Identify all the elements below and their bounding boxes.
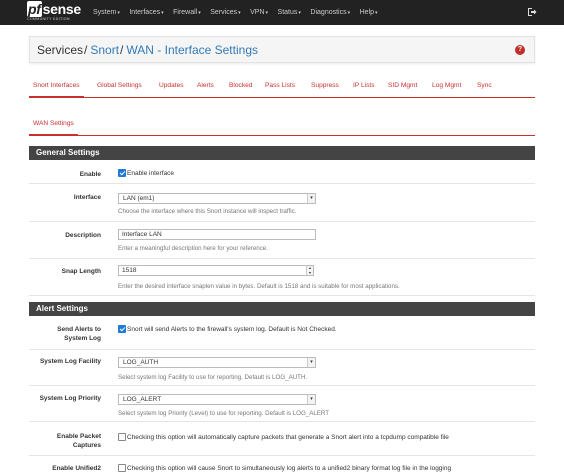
interface-label: Interface xyxy=(73,194,101,201)
caret-down-icon: ▾ xyxy=(198,10,201,16)
tab-updates[interactable]: Updates xyxy=(155,74,188,98)
priority-select[interactable]: LOG_ALERT ▾ xyxy=(118,394,316,405)
main-menu: System▾ Interfaces▾ Firewall▾ Services▾ … xyxy=(93,0,387,25)
send-alerts-checkbox[interactable] xyxy=(118,325,126,333)
send-alerts-label-line1: Send Alerts to xyxy=(57,326,101,333)
facility-help: Select system log Facility to use for re… xyxy=(118,374,308,381)
enable-label: Enable xyxy=(79,171,101,178)
send-alerts-row: Send Alerts to System Log Snort will sen… xyxy=(29,316,535,350)
caret-down-icon: ▾ xyxy=(238,10,241,16)
priority-label: System Log Priority xyxy=(39,395,101,402)
menu-interfaces[interactable]: Interfaces▾ xyxy=(129,9,163,16)
enable-checkbox-label: Enable interface xyxy=(127,169,174,177)
menu-help[interactable]: Help▾ xyxy=(360,9,378,16)
breadcrumb-current-link[interactable]: WAN - Interface Settings xyxy=(126,43,258,57)
interface-row: Interface LAN (em1) ▾ Choose the interfac… xyxy=(29,184,535,222)
menu-system[interactable]: System▾ xyxy=(93,9,120,16)
unified2-checkbox[interactable] xyxy=(118,464,126,472)
breadcrumb-snort-link[interactable]: Snort xyxy=(90,43,119,57)
interface-select[interactable]: LAN (em1) ▾ xyxy=(118,193,316,204)
caret-down-icon: ▾ xyxy=(117,10,120,16)
tab-global-settings[interactable]: Global Settings xyxy=(93,74,146,98)
snap-length-help: Enter the desired interface snaplen valu… xyxy=(118,283,400,290)
logo-text: sense xyxy=(42,1,82,17)
logout-icon[interactable] xyxy=(527,6,537,18)
send-alerts-label: Send Alerts to System Log xyxy=(29,325,101,343)
general-settings-heading: General Settings xyxy=(29,146,535,160)
description-help: Enter a meaningful description here for … xyxy=(118,245,268,252)
tab-pass-lists[interactable]: Pass Lists xyxy=(261,74,299,98)
tab-alerts[interactable]: Alerts xyxy=(193,74,218,98)
caret-down-icon: ▾ xyxy=(375,10,378,16)
packet-captures-checkbox-label: Checking this option will automatically … xyxy=(127,433,449,441)
select-arrow-icon: ▾ xyxy=(307,194,315,203)
caret-down-icon: ▾ xyxy=(347,10,351,16)
tab-sid-mgmt[interactable]: SID Mgmt xyxy=(384,74,421,98)
facility-label: System Log Facility xyxy=(39,358,101,365)
tab-suppress[interactable]: Suppress xyxy=(307,74,343,98)
breadcrumb-services: Services xyxy=(37,43,84,57)
packet-captures-row: Enable Packet Captures Checking this opt… xyxy=(29,422,535,456)
menu-vpn[interactable]: VPN▾ xyxy=(250,9,268,16)
interface-help: Choose the interface where this Snort in… xyxy=(118,208,297,215)
packet-captures-checkbox[interactable] xyxy=(118,433,126,441)
help-icon[interactable]: ? xyxy=(515,45,525,55)
sub-tabs: WAN Settings xyxy=(29,112,535,136)
packet-captures-label-line2: Captures xyxy=(72,442,101,449)
select-arrow-icon: ▾ xyxy=(307,358,315,367)
spinner-icon[interactable]: ▲ ▼ xyxy=(306,266,313,275)
logo-subtitle: COMMUNITY EDITION xyxy=(27,17,70,21)
pfsense-logo[interactable]: pf sense COMMUNITY EDITION xyxy=(27,1,85,23)
priority-row: System Log Priority LOG_ALERT ▾ Select sy… xyxy=(29,386,535,422)
main-tabs: Snort Interfaces Global Settings Updates… xyxy=(29,74,535,98)
description-label: Description xyxy=(65,232,101,239)
unified2-label: Enable Unified2 xyxy=(52,465,101,472)
alert-settings-heading: Alert Settings xyxy=(29,302,535,316)
select-arrow-icon: ▾ xyxy=(307,395,315,404)
tab-log-mgmt[interactable]: Log Mgmt xyxy=(428,74,465,98)
menu-firewall[interactable]: Firewall▾ xyxy=(173,9,201,16)
description-input[interactable]: Interface LAN xyxy=(118,229,316,240)
caret-down-icon: ▾ xyxy=(161,10,164,16)
send-alerts-label-line2: System Log xyxy=(64,335,101,342)
unified2-checkbox-label: Checking this option will cause Snort to… xyxy=(127,464,452,472)
menu-diagnostics[interactable]: Diagnostics▾ xyxy=(310,9,350,16)
enable-checkbox[interactable] xyxy=(118,169,126,177)
breadcrumb: Services/Snort/WAN - Interface Settings … xyxy=(29,36,535,63)
snap-length-label: Snap Length xyxy=(61,268,101,275)
tab-wan-settings[interactable]: WAN Settings xyxy=(29,112,78,136)
breadcrumb-separator: / xyxy=(120,43,124,57)
tab-ip-lists[interactable]: IP Lists xyxy=(349,74,379,98)
logo-pf: pf xyxy=(27,1,42,17)
packet-captures-label: Enable Packet Captures xyxy=(29,432,101,450)
enable-row: Enable Enable interface xyxy=(29,160,535,184)
menu-status[interactable]: Status▾ xyxy=(278,9,301,16)
caret-down-icon: ▾ xyxy=(298,10,301,16)
menu-services[interactable]: Services▾ xyxy=(210,9,240,16)
packet-captures-label-line1: Enable Packet xyxy=(56,433,101,440)
top-navbar: pf sense COMMUNITY EDITION System▾ Interf… xyxy=(0,0,564,25)
priority-help: Select system log Priority (Level) to us… xyxy=(118,410,330,417)
facility-select[interactable]: LOG_AUTH ▾ xyxy=(118,357,316,368)
snap-length-input[interactable]: 1518 ▲ ▼ xyxy=(118,265,314,276)
unified2-row: Enable Unified2 Checking this option wil… xyxy=(29,456,535,475)
breadcrumb-separator: / xyxy=(84,43,88,57)
facility-row: System Log Facility LOG_AUTH ▾ Select sys… xyxy=(29,350,535,386)
caret-down-icon: ▾ xyxy=(265,10,269,16)
snap-length-row: Snap Length 1518 ▲ ▼ Enter the desired in… xyxy=(29,259,535,296)
description-row: Description Interface LAN Enter a meanin… xyxy=(29,222,535,259)
tab-blocked[interactable]: Blocked xyxy=(225,74,256,98)
send-alerts-checkbox-label: Snort will send Alerts to the firewall's… xyxy=(127,325,337,333)
tab-snort-interfaces[interactable]: Snort Interfaces xyxy=(29,74,84,98)
tab-sync[interactable]: Sync xyxy=(473,74,496,98)
